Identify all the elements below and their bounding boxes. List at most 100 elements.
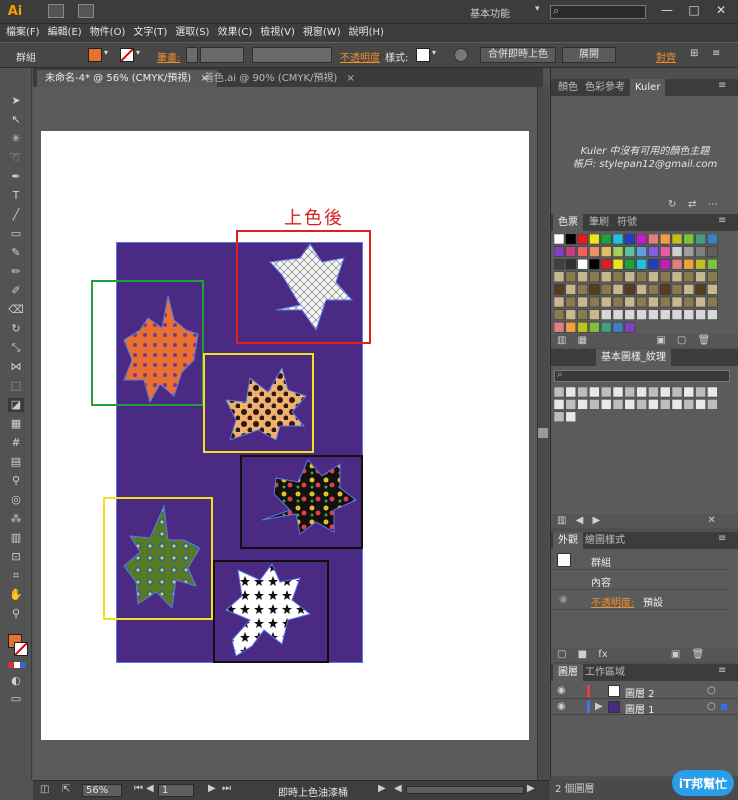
swatch-chip[interactable] xyxy=(600,258,612,270)
swatch-chip[interactable] xyxy=(624,296,636,308)
horizontal-scrollbar[interactable] xyxy=(406,786,524,794)
swatch-chip[interactable] xyxy=(554,309,565,320)
swatch-chip[interactable] xyxy=(671,284,683,295)
swatch-chip[interactable] xyxy=(695,296,706,308)
swatch-chip[interactable] xyxy=(683,271,695,283)
swatch-chip[interactable] xyxy=(636,309,647,320)
pattern-swatch[interactable] xyxy=(671,387,683,398)
refresh-icon[interactable]: ↻ xyxy=(668,199,676,210)
swatch-chip[interactable] xyxy=(659,258,671,270)
swatch-chip[interactable] xyxy=(683,246,695,257)
swatch-chip[interactable] xyxy=(707,246,718,257)
pattern-swatch[interactable] xyxy=(636,399,647,410)
swatch-chip[interactable] xyxy=(695,258,706,270)
zoom-field[interactable]: 56% xyxy=(82,784,122,797)
swatch-chip[interactable] xyxy=(624,271,636,283)
swatch-chip[interactable] xyxy=(659,234,671,245)
swatch-chip[interactable] xyxy=(600,234,612,245)
pattern-swatch[interactable] xyxy=(659,387,671,398)
swatch-chip[interactable] xyxy=(600,284,612,295)
pattern-swatch[interactable] xyxy=(565,387,577,398)
swatch-chip[interactable] xyxy=(565,284,577,295)
visibility-eye-icon[interactable]: ◉ xyxy=(557,685,566,696)
selection-indicator[interactable] xyxy=(721,704,727,710)
swatch-chip[interactable] xyxy=(565,296,577,308)
swatch-chip[interactable] xyxy=(589,284,600,295)
pattern-grid[interactable] xyxy=(554,387,719,423)
panel-menu-icon[interactable]: ≡ xyxy=(718,533,726,544)
swatch-chip[interactable] xyxy=(577,271,588,283)
swatch-chip[interactable] xyxy=(600,321,612,333)
swatch-chip[interactable] xyxy=(612,246,624,257)
pattern-swatch[interactable] xyxy=(648,387,659,398)
swatch-chip[interactable] xyxy=(565,271,577,283)
swatch-chip[interactable] xyxy=(659,309,671,320)
pattern-swatch[interactable] xyxy=(577,387,588,398)
swatch-chip[interactable] xyxy=(624,246,636,257)
pattern-swatch[interactable] xyxy=(577,399,588,410)
pattern-swatch[interactable] xyxy=(648,399,659,410)
scrollbar-thumb[interactable] xyxy=(538,428,548,438)
target-icon[interactable]: ○ xyxy=(707,685,716,696)
swatch-chip[interactable] xyxy=(589,246,600,257)
swatch-chip[interactable] xyxy=(565,258,577,270)
swatch-chip[interactable] xyxy=(636,271,647,283)
swatch-chip[interactable] xyxy=(671,246,683,257)
layer-name[interactable]: 圖層 1 xyxy=(625,701,655,716)
pattern-swatch[interactable] xyxy=(565,411,577,423)
page-field[interactable]: 1 xyxy=(158,784,194,797)
tab-appearance[interactable]: 外觀 xyxy=(553,532,583,549)
swatch-chip[interactable] xyxy=(554,258,565,270)
swatch-chip[interactable] xyxy=(577,246,588,257)
swatch-chip[interactable] xyxy=(600,309,612,320)
swatch-chip[interactable] xyxy=(707,258,718,270)
swatch-chip[interactable] xyxy=(612,296,624,308)
swatch-chip[interactable] xyxy=(695,246,706,257)
swatch-chip[interactable] xyxy=(648,309,659,320)
swatch-chip[interactable] xyxy=(671,258,683,270)
tab-pattern-library[interactable]: 基本圖樣_紋理 xyxy=(596,349,671,366)
tab-layers[interactable]: 圖層 xyxy=(553,664,583,681)
swatch-chip[interactable] xyxy=(707,234,718,245)
swatch-chip[interactable] xyxy=(612,271,624,283)
pattern-swatch[interactable] xyxy=(683,387,695,398)
pattern-swatch[interactable] xyxy=(600,387,612,398)
swatch-chip[interactable] xyxy=(707,309,718,320)
swatch-chip[interactable] xyxy=(565,309,577,320)
layer-name[interactable]: 圖層 2 xyxy=(625,685,655,700)
swatch-chip[interactable] xyxy=(565,246,577,257)
swatch-chip[interactable] xyxy=(648,284,659,295)
next-page-icon[interactable]: ▶ xyxy=(208,783,216,794)
swatch-chip[interactable] xyxy=(554,271,565,283)
swatch-chip[interactable] xyxy=(671,234,683,245)
tab-color[interactable]: 顏色 xyxy=(553,79,583,96)
pattern-swatch[interactable] xyxy=(589,399,600,410)
last-page-icon[interactable]: ⏭ xyxy=(222,783,231,794)
swatch-chip[interactable] xyxy=(707,284,718,295)
visibility-eye-icon[interactable]: ◉ xyxy=(559,594,568,605)
swatch-chip[interactable] xyxy=(600,296,612,308)
tab-symbols[interactable]: 符號 xyxy=(612,214,642,231)
first-page-icon[interactable]: ⏮ xyxy=(134,783,143,794)
swatch-chip[interactable] xyxy=(636,284,647,295)
swatch-chip[interactable] xyxy=(648,258,659,270)
swatch-chip[interactable] xyxy=(577,321,588,333)
appearance-row-group[interactable]: 群組 xyxy=(551,551,729,570)
swatch-chip[interactable] xyxy=(565,321,577,333)
swatch-chip[interactable] xyxy=(671,271,683,283)
swatch-chip[interactable] xyxy=(695,309,706,320)
pattern-swatch[interactable] xyxy=(589,387,600,398)
swatch-chip[interactable] xyxy=(554,246,565,257)
layer-row[interactable]: ◉ 圖層 2 ○ xyxy=(551,683,738,700)
swatch-chip[interactable] xyxy=(624,258,636,270)
swatch-chip[interactable] xyxy=(612,321,624,333)
layer-row[interactable]: ◉ ▶ 圖層 1 ○ xyxy=(551,699,738,716)
tab-swatches[interactable]: 色票 xyxy=(553,214,583,231)
leaf-white[interactable] xyxy=(268,243,354,332)
status-menu-icon[interactable]: ▶ xyxy=(378,783,386,794)
swatch-chip[interactable] xyxy=(683,309,695,320)
swatch-chip[interactable] xyxy=(577,296,588,308)
swatch-chip[interactable] xyxy=(589,296,600,308)
swatch-chip[interactable] xyxy=(683,258,695,270)
swatch-chip[interactable] xyxy=(683,284,695,295)
